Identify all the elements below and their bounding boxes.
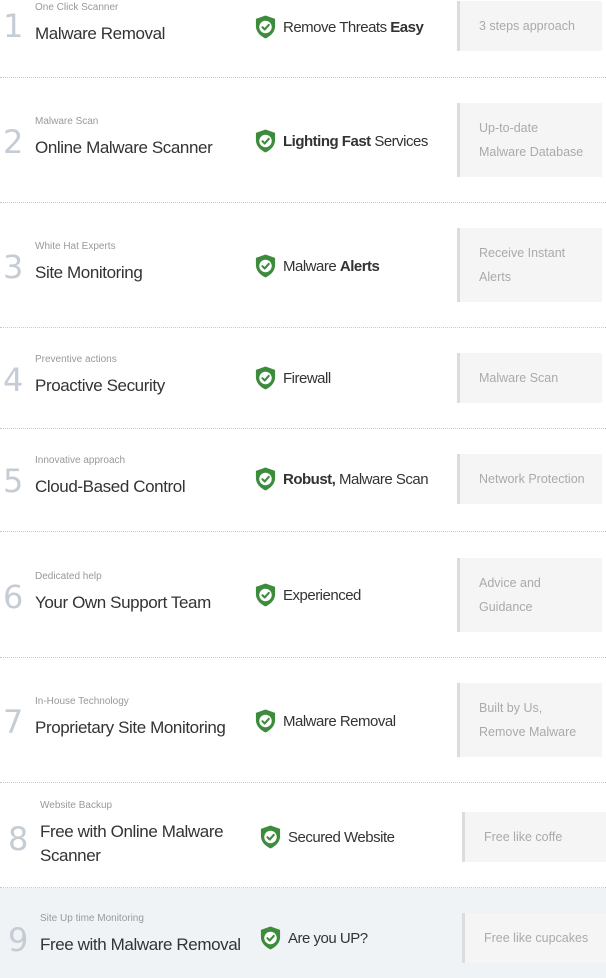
feature-item: Lighting Fast Services [254,128,428,154]
feature-row: 1 One Click Scanner Malware Removal Remo… [0,0,606,78]
shield-check-icon [260,825,281,849]
note-line: Free like cupcakes [484,931,589,945]
note-box: Free like cupcakes [462,913,606,963]
note-box: Built by Us, Remove Malware [457,683,602,757]
row-title: Proprietary Site Monitoring [35,718,226,737]
feature-text: Malware Alerts [283,257,380,275]
row-title: Site Monitoring [35,263,143,282]
row-number: 4 [3,361,24,399]
shield-check-icon [255,15,276,39]
row-title: Proactive Security [35,376,165,395]
note-box: Receive Instant Alerts [457,228,602,302]
note-line: Receive Instant [479,246,566,260]
shield-check-icon [255,583,276,607]
row-number: 9 [8,921,29,959]
shield-check-icon [255,467,276,491]
note-line: Remove Malware [479,725,577,739]
feature-row: 6 Dedicated help Your Own Support Team E… [0,532,606,658]
feature-text: Malware Removal [283,712,396,730]
row-subtitle: Site Up time Monitoring [40,913,144,924]
feature-text: Lighting Fast Services [283,132,428,150]
feature-item: Malware Alerts [254,253,380,279]
feature-text: Experienced [283,586,361,604]
note-line: 3 steps approach [479,19,575,33]
feature-text: Remove Threats Easy [283,18,424,36]
row-title: Your Own Support Team [35,593,211,612]
feature-row: 5 Innovative approach Cloud-Based Contro… [0,429,606,532]
feature-row: 4 Preventive actions Proactive Security … [0,328,606,429]
note-line: Built by Us, [479,701,543,715]
note-line: Malware Scan [479,371,559,385]
feature-item: Secured Website [259,824,395,850]
note-line: Up-to-date [479,121,539,135]
row-number: 7 [3,703,24,741]
note-box: Up-to-date Malware Database [457,103,602,177]
note-box: Advice and Guidance [457,558,602,632]
note-line: Free like coffe [484,830,563,844]
note-line: Advice and [479,576,541,590]
feature-row: 3 White Hat Experts Site Monitoring Malw… [0,203,606,328]
feature-row: 8 Website Backup Free with Online Malwar… [0,783,606,888]
feature-row: 7 In-House Technology Proprietary Site M… [0,658,606,783]
row-number: 1 [3,7,24,45]
feature-item: Firewall [254,365,331,391]
row-subtitle: In-House Technology [35,696,129,707]
row-title: Free with Malware Removal [40,935,241,954]
row-number: 5 [3,462,24,500]
row-subtitle: Innovative approach [35,455,126,466]
note-box: 3 steps approach [457,1,602,51]
row-number: 3 [3,248,24,286]
shield-check-icon [255,254,276,278]
row-subtitle: Dedicated help [35,571,102,582]
note-line: Guidance [479,600,533,614]
row-title: Online Malware Scanner [35,138,213,157]
shield-check-icon [255,709,276,733]
row-title: Malware Removal [35,24,166,43]
feature-text: Are you UP? [288,929,368,947]
note-box: Free like coffe [462,812,606,862]
feature-text: Firewall [283,369,331,387]
row-subtitle: One Click Scanner [35,2,119,13]
row-number: 6 [3,578,24,616]
note-line: Malware Database [479,145,584,159]
row-title: Cloud-Based Control [35,477,186,496]
shield-check-icon [255,129,276,153]
row-subtitle: Malware Scan [35,116,99,127]
shield-check-icon [255,366,276,390]
row-subtitle: Preventive actions [35,354,117,365]
feature-row-highlighted: 9 Site Up time Monitoring Free with Malw… [0,888,606,978]
row-number: 2 [3,123,24,161]
row-title: Free with Online Malware Scanner [40,822,224,865]
row-subtitle: White Hat Experts [35,241,116,252]
shield-check-icon [260,926,281,950]
feature-item: Robust, Malware Scan [254,466,429,492]
note-line: Network Protection [479,472,585,486]
note-box: Network Protection [457,454,602,504]
feature-item: Remove Threats Easy [254,14,424,40]
row-subtitle: Website Backup [40,800,113,811]
feature-item: Malware Removal [254,708,396,734]
row-number: 8 [8,820,29,858]
feature-row: 2 Malware Scan Online Malware Scanner Li… [0,78,606,203]
feature-item: Experienced [254,582,361,608]
feature-text: Robust, Malware Scan [283,470,429,488]
note-box: Malware Scan [457,353,602,403]
feature-text: Secured Website [288,828,395,846]
note-line: Alerts [479,270,511,284]
feature-item: Are you UP? [259,925,368,951]
